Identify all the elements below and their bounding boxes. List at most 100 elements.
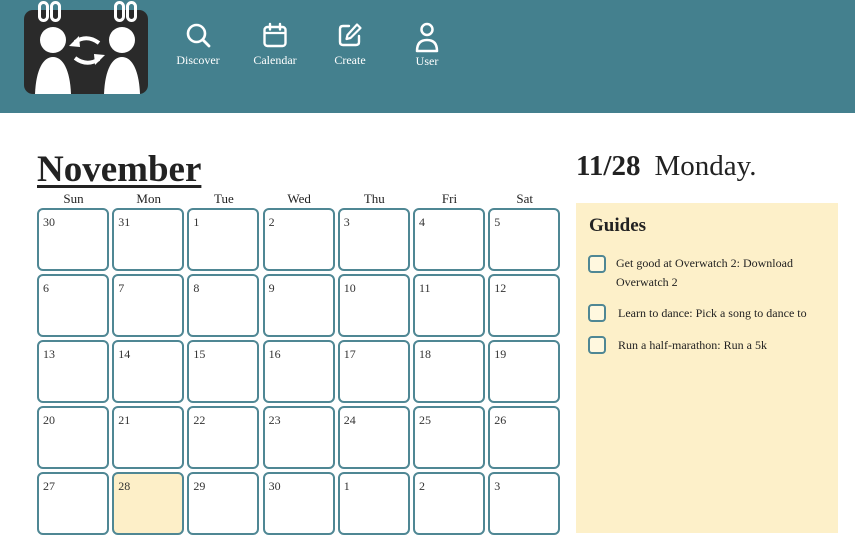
day-number: 14 bbox=[118, 347, 131, 361]
weekday-label: Sun bbox=[63, 191, 84, 206]
nav-create[interactable]: Create bbox=[320, 22, 380, 68]
day-number: 30 bbox=[43, 215, 55, 229]
calendar-day-cell[interactable]: 13 bbox=[37, 340, 109, 403]
calendar-day-cell[interactable]: 7 bbox=[112, 274, 185, 337]
calendar-day-cell[interactable]: 25 bbox=[413, 406, 485, 469]
day-number: 4 bbox=[419, 215, 425, 229]
day-number: 16 bbox=[268, 347, 281, 361]
guide-checkbox[interactable] bbox=[588, 336, 606, 354]
day-number: 29 bbox=[193, 479, 206, 493]
selected-date: 11/28 bbox=[576, 150, 641, 182]
weekday-label: Mon bbox=[136, 191, 161, 206]
day-number: 20 bbox=[43, 413, 55, 427]
day-number: 7 bbox=[118, 281, 125, 295]
nav-label: Discover bbox=[176, 53, 220, 67]
calendar-day-cell[interactable]: 6 bbox=[37, 274, 109, 337]
guide-item: Get good at Overwatch 2: Download Overwa… bbox=[588, 254, 828, 292]
calendar-day-cell[interactable]: 1 bbox=[187, 208, 260, 271]
day-number: 8 bbox=[193, 281, 200, 295]
weekday-label: Sat bbox=[516, 191, 533, 206]
edit-icon bbox=[338, 23, 362, 47]
guide-text: Run a half-marathon: Run a 5k bbox=[618, 338, 767, 352]
calendar-day-cell[interactable]: 30 bbox=[37, 208, 109, 271]
day-number: 23 bbox=[268, 413, 281, 427]
day-number: 27 bbox=[43, 479, 55, 493]
calendar-day-cell[interactable]: 31 bbox=[112, 208, 185, 271]
guide-checkbox[interactable] bbox=[588, 255, 606, 273]
day-number: 26 bbox=[494, 413, 507, 427]
guide-item: Run a half-marathon: Run a 5k bbox=[588, 336, 838, 355]
day-number: 11 bbox=[419, 281, 431, 295]
calendar-day-cell[interactable]: 11 bbox=[413, 274, 485, 337]
weekday-label: Tue bbox=[214, 191, 234, 206]
calendar-icon bbox=[263, 22, 287, 48]
day-number: 2 bbox=[268, 215, 275, 229]
calendar-day-cell[interactable]: 10 bbox=[337, 274, 410, 337]
calendar-day-cell[interactable]: 2 bbox=[413, 472, 485, 535]
calendar-day-cell[interactable]: 17 bbox=[337, 340, 410, 403]
guide-text: Learn to dance: Pick a song to dance to bbox=[618, 306, 807, 320]
calendar-day-cell[interactable]: 4 bbox=[413, 208, 485, 271]
day-number: 18 bbox=[419, 347, 431, 361]
day-number: 12 bbox=[494, 281, 507, 295]
day-number: 9 bbox=[268, 281, 275, 295]
weekday-label: Thu bbox=[363, 191, 385, 206]
app-logo[interactable] bbox=[24, 1, 148, 94]
calendar-day-cell[interactable]: 14 bbox=[112, 340, 185, 403]
calendar-day-cell[interactable]: 12 bbox=[488, 274, 561, 337]
day-number: 24 bbox=[343, 413, 356, 427]
calendar-day-cell[interactable]: 2 bbox=[262, 208, 335, 271]
day-number: 13 bbox=[43, 347, 55, 361]
day-number: 17 bbox=[343, 347, 356, 361]
user-icon bbox=[415, 22, 439, 53]
calendar-day-cell[interactable]: 9 bbox=[262, 274, 335, 337]
calendar-day-cell[interactable]: 24 bbox=[337, 406, 410, 469]
day-number: 6 bbox=[43, 281, 49, 295]
calendar-day-cell[interactable]: 29 bbox=[187, 472, 260, 535]
guides-title: Guides bbox=[589, 215, 647, 236]
day-number: 10 bbox=[343, 281, 356, 295]
guide-checkbox[interactable] bbox=[588, 304, 606, 322]
search-icon bbox=[186, 23, 211, 48]
people-exchange-icon bbox=[35, 27, 140, 94]
calendar-day-cell[interactable]: 22 bbox=[187, 406, 260, 469]
calendar-day-cell[interactable]: 15 bbox=[187, 340, 260, 403]
day-number: 3 bbox=[494, 479, 501, 493]
day-number: 25 bbox=[419, 413, 431, 427]
calendar-day-cell[interactable]: 23 bbox=[262, 406, 335, 469]
guide-item: Learn to dance: Pick a song to dance to bbox=[588, 304, 838, 323]
calendar-day-cell[interactable]: 21 bbox=[112, 406, 185, 469]
day-number: 1 bbox=[343, 479, 350, 493]
top-navigation-bar: Discover Calendar Create User bbox=[0, 0, 855, 113]
calendar-day-cell[interactable]: 5 bbox=[488, 208, 561, 271]
day-number: 19 bbox=[494, 347, 507, 361]
nav-calendar[interactable]: Calendar bbox=[245, 22, 305, 68]
calendar-day-cell[interactable]: 28 bbox=[112, 472, 185, 535]
day-number: 31 bbox=[118, 215, 131, 229]
calendar-day-cell[interactable]: 27 bbox=[37, 472, 109, 535]
day-number: 15 bbox=[193, 347, 206, 361]
calendar-day-cell[interactable]: 20 bbox=[37, 406, 109, 469]
calendar-day-cell[interactable]: 3 bbox=[337, 208, 410, 271]
guides-panel: Guides Get good at Overwatch 2: Download… bbox=[576, 203, 838, 533]
day-number: 22 bbox=[193, 413, 206, 427]
day-number: 2 bbox=[419, 479, 425, 493]
calendar-day-cell[interactable]: 18 bbox=[413, 340, 485, 403]
month-title: November bbox=[37, 149, 202, 190]
calendar-day-cell[interactable]: 30 bbox=[262, 472, 335, 535]
nav-label: User bbox=[415, 54, 439, 68]
calendar-day-cell[interactable]: 26 bbox=[488, 406, 561, 469]
day-number: 30 bbox=[268, 479, 281, 493]
nav-discover[interactable]: Discover bbox=[168, 22, 228, 68]
day-number: 1 bbox=[193, 215, 200, 229]
day-number: 21 bbox=[118, 413, 131, 427]
nav-label: Calendar bbox=[253, 53, 297, 67]
weekday-label: Wed bbox=[287, 191, 311, 206]
weekday-label: Fri bbox=[441, 191, 458, 206]
nav-user[interactable]: User bbox=[397, 22, 457, 69]
calendar-day-cell[interactable]: 16 bbox=[262, 340, 335, 403]
calendar-day-cell[interactable]: 3 bbox=[488, 472, 561, 535]
calendar-day-cell[interactable]: 1 bbox=[337, 472, 410, 535]
calendar-day-cell[interactable]: 8 bbox=[187, 274, 260, 337]
calendar-day-cell[interactable]: 19 bbox=[488, 340, 561, 403]
